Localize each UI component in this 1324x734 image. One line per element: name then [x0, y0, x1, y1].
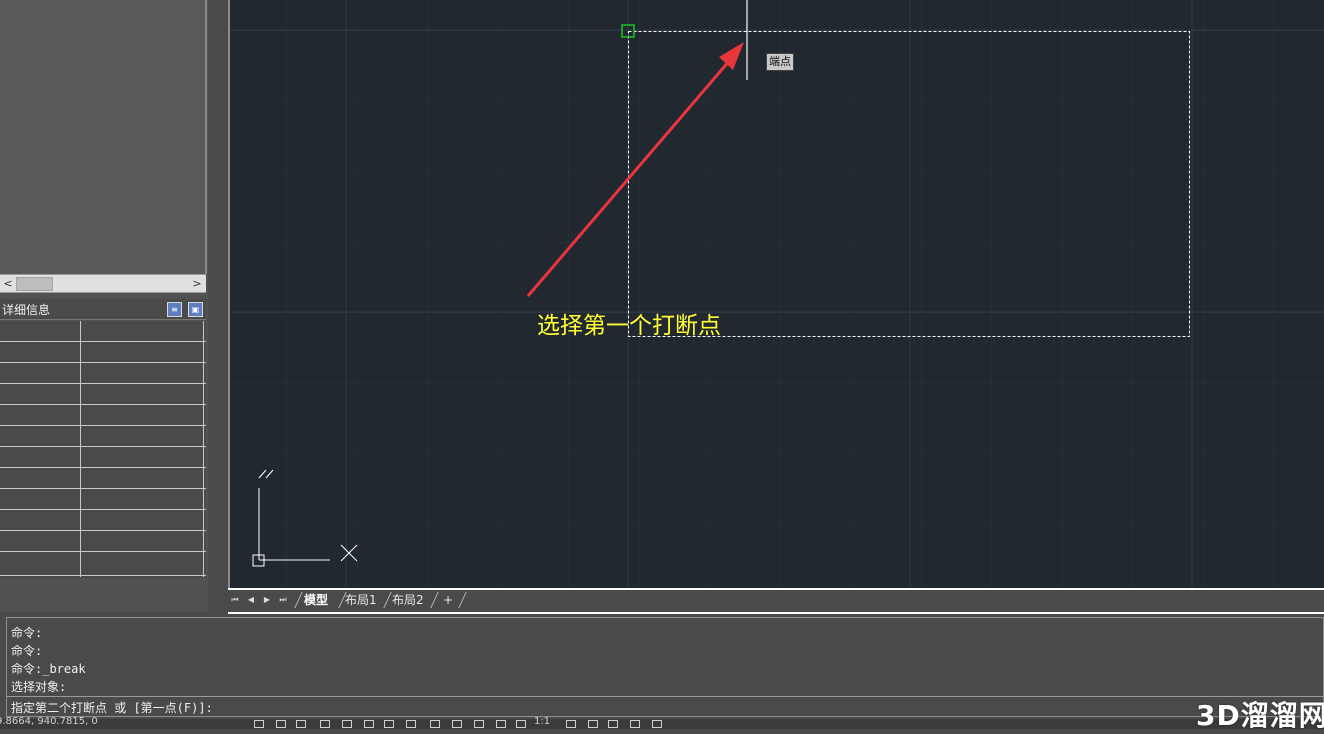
- details-header: 详细信息 ≡ ▣: [0, 299, 206, 320]
- command-input[interactable]: 指定第二个打断点 或 [第一点(F)]:: [7, 696, 1323, 717]
- tab-layout1[interactable]: 布局1: [342, 592, 380, 608]
- command-history-line: 命令:: [11, 644, 43, 658]
- details-title: 详细信息: [2, 303, 51, 317]
- annotation-monitor-icon[interactable]: [496, 720, 506, 728]
- annotation-visibility-icon[interactable]: [566, 720, 576, 728]
- command-window[interactable]: 命令: 命令: 命令:_break 选择对象: 指定第二个打断点 或 [第一点(…: [6, 617, 1324, 717]
- left-palette: < > 详细信息 ≡ ▣: [0, 0, 208, 612]
- transparency-icon[interactable]: [452, 720, 462, 728]
- next-tab-icon[interactable]: ▶: [262, 595, 272, 605]
- grid: [230, 0, 1324, 588]
- tab-add[interactable]: +: [440, 592, 456, 608]
- horizontal-scrollbar[interactable]: < >: [0, 274, 206, 293]
- coordinate-readout: 9.8664, 940.7815, 0: [0, 716, 98, 727]
- command-prompt: 指定第二个打断点 或 [第一点(F)]:: [11, 701, 213, 715]
- layout-tabs-bar: ⏮ ◀ ▶ ⏭ 模型 布局1 布局2 +: [228, 588, 1324, 614]
- scroll-right-icon[interactable]: >: [190, 276, 204, 291]
- polar-icon[interactable]: [320, 720, 330, 728]
- drawing-svg: [230, 0, 1324, 588]
- lineweight-icon[interactable]: [430, 720, 440, 728]
- isolate-icon[interactable]: [652, 720, 662, 728]
- details-table: [0, 321, 206, 578]
- selection-cycling-icon[interactable]: [474, 720, 484, 728]
- palette-content-area: [0, 0, 207, 274]
- prev-tab-icon[interactable]: ◀: [246, 595, 256, 605]
- scroll-left-icon[interactable]: <: [1, 276, 15, 291]
- otrack-icon[interactable]: [364, 720, 374, 728]
- drawing-canvas[interactable]: 端点 选择第一个打断点: [228, 0, 1324, 588]
- detail-view-icon[interactable]: ▣: [188, 302, 203, 317]
- tab-layout2[interactable]: 布局2: [389, 592, 427, 608]
- command-history-line: 命令:_break: [11, 662, 86, 676]
- scroll-thumb[interactable]: [16, 277, 53, 291]
- ortho-icon[interactable]: [296, 720, 306, 728]
- last-tab-icon[interactable]: ⏭: [278, 595, 288, 605]
- workspace-icon[interactable]: [608, 720, 618, 728]
- auto-scale-icon[interactable]: [588, 720, 598, 728]
- annotation-scale[interactable]: 1:1: [534, 716, 550, 727]
- lock-icon[interactable]: [630, 720, 640, 728]
- osnap-icon[interactable]: [342, 720, 352, 728]
- tab-model[interactable]: 模型: [301, 592, 331, 608]
- site-watermark: 3D溜溜网: [1196, 699, 1324, 732]
- list-view-icon[interactable]: ≡: [167, 302, 182, 317]
- dyn-input-icon[interactable]: [406, 720, 416, 728]
- command-history-line: 命令:: [11, 626, 43, 640]
- annotation-scale-icon[interactable]: [516, 720, 526, 728]
- snap-icon[interactable]: [276, 720, 286, 728]
- annotation-text: 选择第一个打断点: [537, 313, 721, 339]
- grid-icon[interactable]: [254, 720, 264, 728]
- command-history-line: 选择对象:: [11, 680, 67, 694]
- first-tab-icon[interactable]: ⏮: [230, 595, 240, 605]
- dyn-ucs-icon[interactable]: [384, 720, 394, 728]
- status-bar: 9.8664, 940.7815, 0 1:1: [0, 716, 1324, 729]
- snap-tooltip: 端点: [766, 53, 794, 71]
